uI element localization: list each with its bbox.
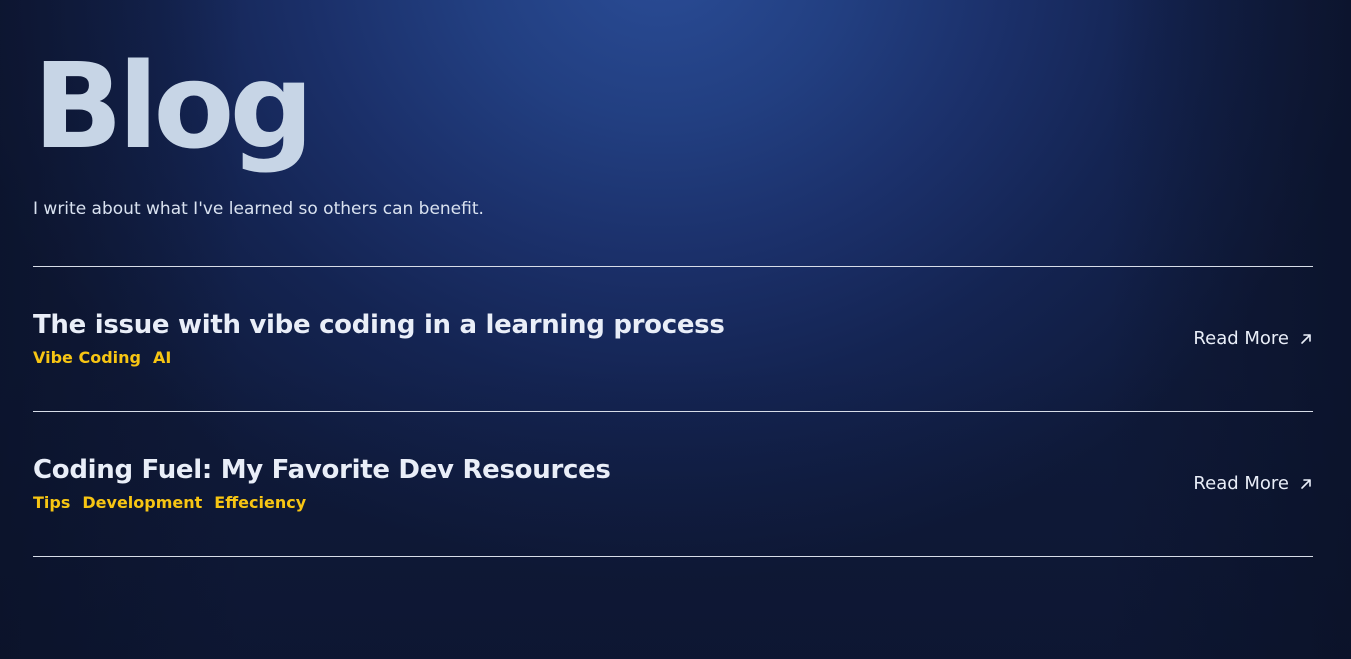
read-more-label: Read More bbox=[1193, 328, 1289, 349]
arrow-up-right-icon bbox=[1301, 333, 1311, 344]
read-more-link[interactable]: Read More bbox=[1193, 328, 1313, 349]
post-row: Coding Fuel: My Favorite Dev Resources T… bbox=[33, 412, 1313, 556]
post-tag[interactable]: Vibe Coding bbox=[33, 347, 141, 369]
post-tag[interactable]: Development bbox=[82, 492, 202, 514]
arrow-up-right-icon bbox=[1301, 478, 1311, 489]
page-title: Blog bbox=[33, 37, 314, 175]
blog-page: Blog I write about what I've learned so … bbox=[33, 0, 1313, 659]
page-subtitle: I write about what I've learned so other… bbox=[33, 199, 484, 219]
post-tags: Vibe Coding AI bbox=[33, 347, 171, 369]
read-more-link[interactable]: Read More bbox=[1193, 473, 1313, 494]
read-more-label: Read More bbox=[1193, 473, 1289, 494]
post-tag[interactable]: Effeciency bbox=[214, 492, 306, 514]
post-row: The issue with vibe coding in a learning… bbox=[33, 267, 1313, 411]
post-title[interactable]: The issue with vibe coding in a learning… bbox=[33, 307, 725, 343]
post-tags: Tips Development Effeciency bbox=[33, 492, 306, 514]
post-tag[interactable]: Tips bbox=[33, 492, 70, 514]
divider-bottom bbox=[33, 556, 1313, 557]
post-tag[interactable]: AI bbox=[153, 347, 171, 369]
post-title[interactable]: Coding Fuel: My Favorite Dev Resources bbox=[33, 452, 611, 488]
